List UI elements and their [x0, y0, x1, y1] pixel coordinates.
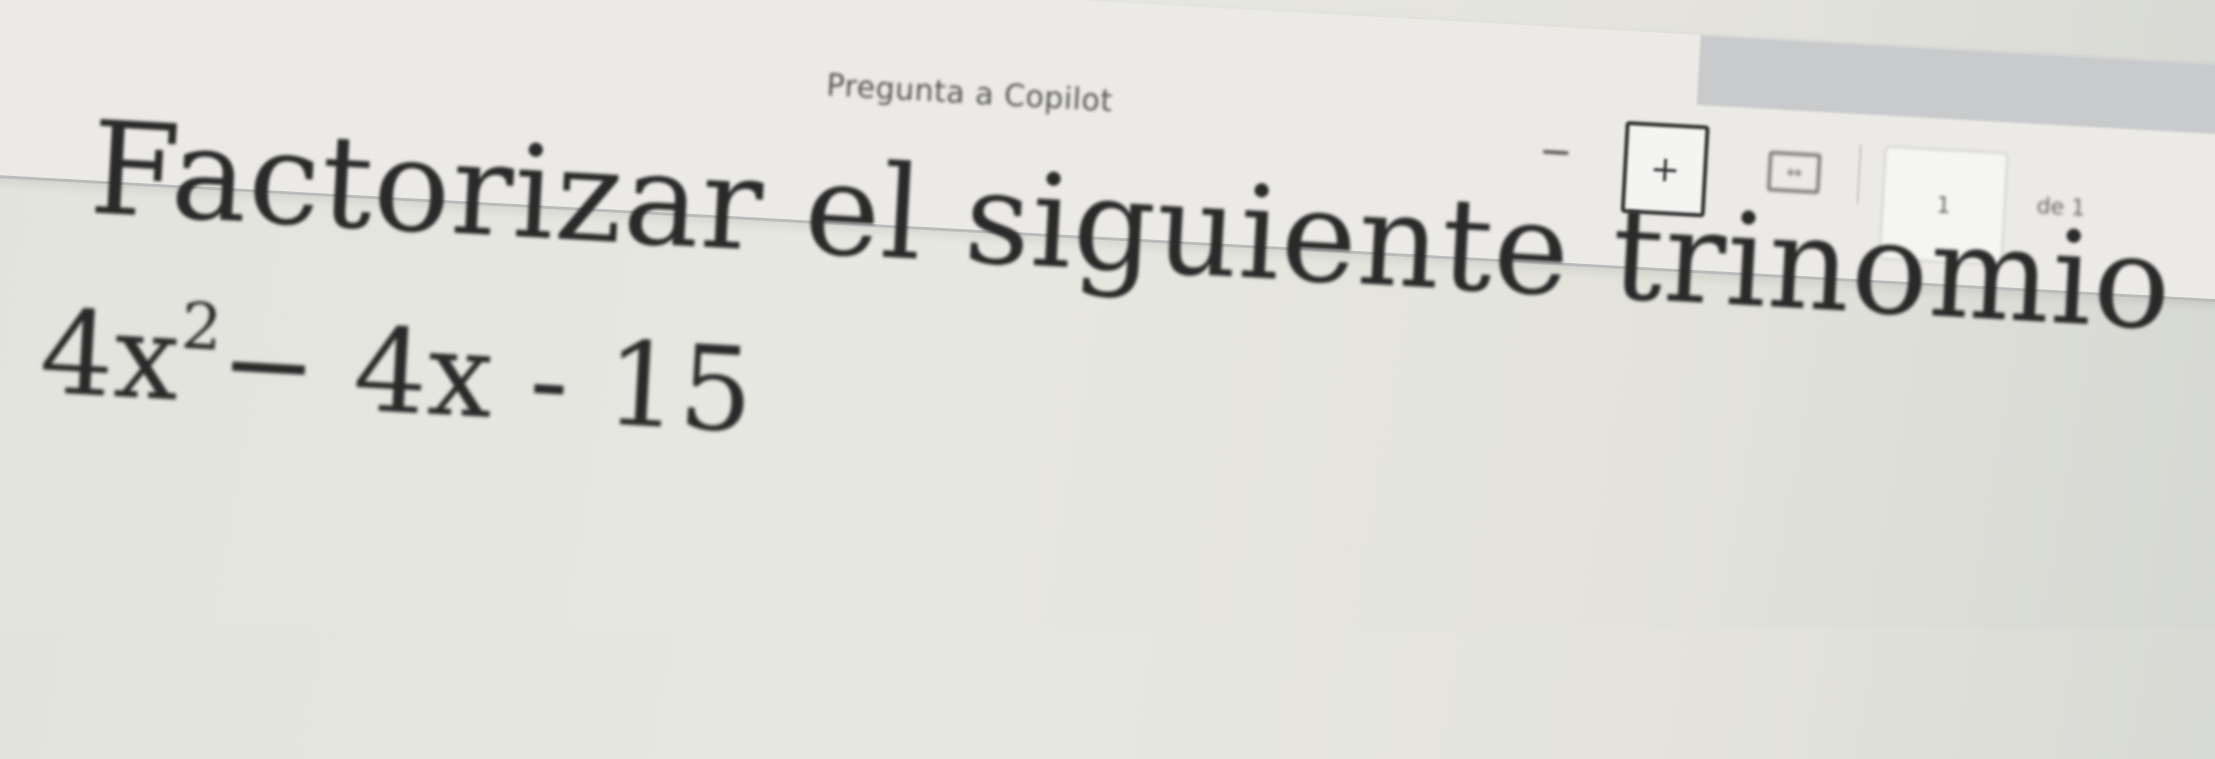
math-expression: 4x2− 4x - 15 — [37, 285, 757, 460]
expression-rest: − 4x - 15 — [216, 294, 757, 460]
expression-exponent: 2 — [179, 289, 225, 366]
zoom-out-button[interactable]: − — [1538, 128, 1574, 176]
pdf-viewer: Pregunta a Copilot − + ↔ 1 de 1 Factoriz… — [0, 0, 2215, 752]
fit-page-icon: ↔ — [1786, 161, 1803, 184]
expression-term-1: 4x — [36, 284, 184, 428]
